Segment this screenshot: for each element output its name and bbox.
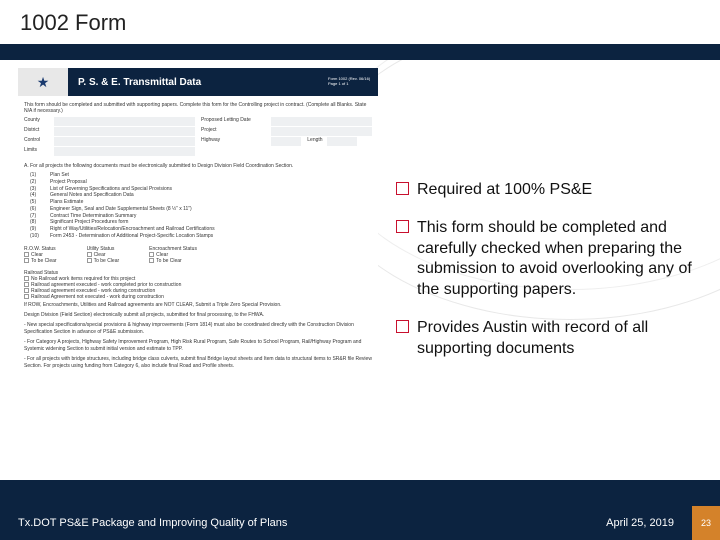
section-a-title: A. For all projects the following docume…: [24, 163, 372, 169]
txdot-logo: ★: [18, 68, 68, 96]
page-number: 23: [692, 506, 720, 540]
title-underline: [0, 44, 720, 60]
form-preview-panel: ★ P. S. & E. Transmittal Data Form 1002 …: [0, 60, 380, 377]
footer-date: April 25, 2019: [606, 517, 674, 529]
form-header-meta: Form 1002 (Rev. 06/16) Page 1 of 1: [328, 77, 378, 87]
footer: Tx.DOT PS&E Package and Improving Qualit…: [0, 506, 720, 540]
bullet-panel: Required at 100% PS&E This form should b…: [380, 60, 720, 377]
form-header: ★ P. S. & E. Transmittal Data Form 1002 …: [18, 68, 378, 96]
footer-spacer: [0, 480, 720, 506]
bullet-box-icon: [396, 320, 409, 333]
title-bar: 1002 Form: [0, 0, 720, 44]
bullet-1: Required at 100% PS&E: [396, 180, 692, 200]
status-row: R.O.W. StatusClearTo be Clear Utility St…: [24, 246, 372, 264]
star-icon: ★: [37, 74, 50, 91]
slide-title: 1002 Form: [20, 10, 700, 36]
form-header-title: P. S. & E. Transmittal Data: [68, 77, 328, 88]
bullet-box-icon: [396, 220, 409, 233]
bullet-box-icon: [396, 182, 409, 195]
bullet-3: Provides Austin with record of all suppo…: [396, 318, 692, 359]
footer-left: Tx.DOT PS&E Package and Improving Qualit…: [18, 517, 287, 529]
form-intro: This form should be completed and submit…: [24, 102, 372, 114]
document-list: Plan Set Project Proposal List of Govern…: [24, 172, 372, 240]
bullet-2: This form should be completed and carefu…: [396, 218, 692, 300]
